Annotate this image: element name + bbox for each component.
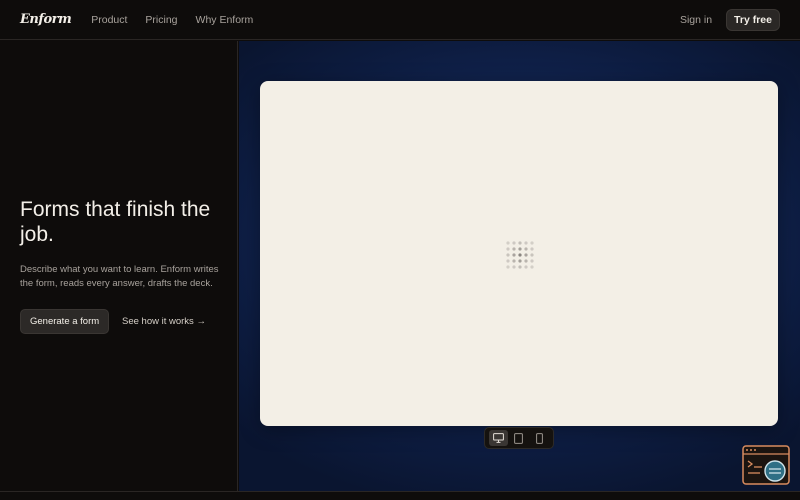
device-switcher [484, 427, 554, 449]
terminal-chat-icon[interactable] [742, 445, 790, 485]
hero-description: Describe what you want to learn. Enform … [20, 264, 219, 289]
desktop-icon [492, 433, 504, 443]
hero-headline: Forms that finish the job. [20, 198, 211, 246]
loading-dots-icon [506, 241, 534, 269]
bottom-strip [0, 491, 800, 500]
page: Enform Product Pricing Why Enform Sign i… [0, 0, 800, 500]
see-how-it-works-link[interactable]: See how it works → [122, 316, 206, 327]
logo[interactable]: Enform [20, 12, 72, 27]
preview-panel [239, 41, 800, 491]
generate-form-button[interactable]: Generate a form [20, 309, 110, 334]
device-tablet-button[interactable] [509, 430, 528, 446]
sign-in-link[interactable]: Sign in [680, 14, 712, 26]
top-nav: Enform Product Pricing Why Enform Sign i… [0, 0, 800, 40]
mobile-icon [536, 432, 544, 444]
nav-link-why-enform[interactable]: Why Enform [196, 14, 254, 26]
hero-panel: Forms that finish the job. Describe what… [0, 41, 238, 491]
nav-link-product[interactable]: Product [91, 14, 127, 26]
try-free-button[interactable]: Try free [726, 8, 780, 31]
device-mobile-button[interactable] [530, 430, 549, 446]
nav-link-pricing[interactable]: Pricing [145, 14, 177, 26]
device-desktop-button[interactable] [488, 430, 508, 446]
form-preview[interactable] [260, 81, 778, 426]
tablet-icon [514, 432, 524, 444]
